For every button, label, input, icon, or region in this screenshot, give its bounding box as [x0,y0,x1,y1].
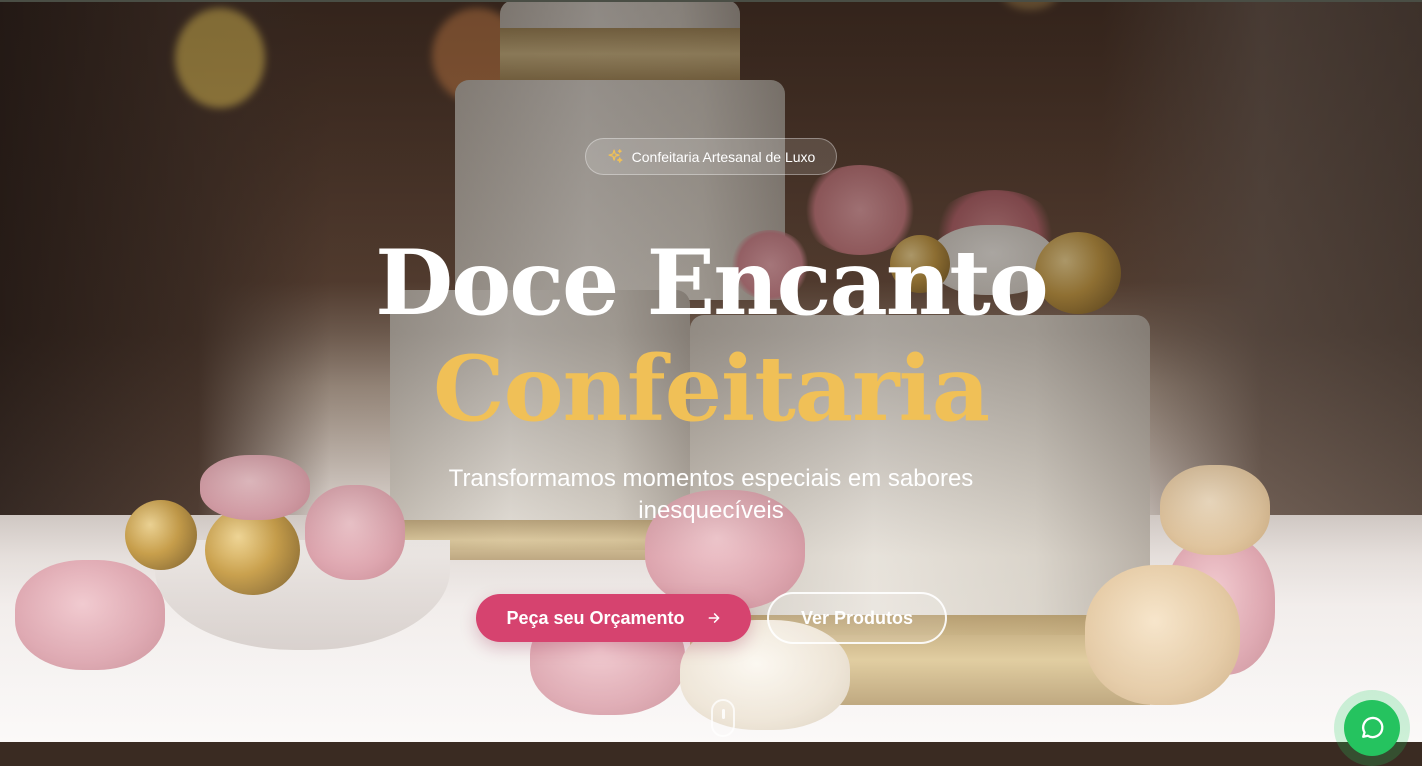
whatsapp-button[interactable] [1344,700,1400,756]
request-quote-button-label: Peça seu Orçamento [506,607,685,628]
view-products-button[interactable]: Ver Produtos [767,592,947,644]
arrow-right-icon [708,613,719,623]
sparkles-icon [608,149,623,163]
hero-title-line-1: Doce Encanto [375,230,1049,336]
scroll-dot [722,709,725,719]
request-quote-button[interactable]: Peça seu Orçamento [476,594,751,642]
hero-subtitle: Transformamos momentos especiais em sabo… [448,465,974,524]
mouse-scroll-icon[interactable] [711,699,735,737]
hero-section: Confeitaria Artesanal de Luxo Doce Encan… [0,0,1422,742]
hero-title-line-2: Confeitaria [432,336,990,442]
hero-badge: Confeitaria Artesanal de Luxo [585,138,837,175]
whatsapp-icon [1362,716,1384,739]
view-products-button-label: Ver Produtos [800,607,914,628]
hero-badge-label: Confeitaria Artesanal de Luxo [631,148,816,165]
